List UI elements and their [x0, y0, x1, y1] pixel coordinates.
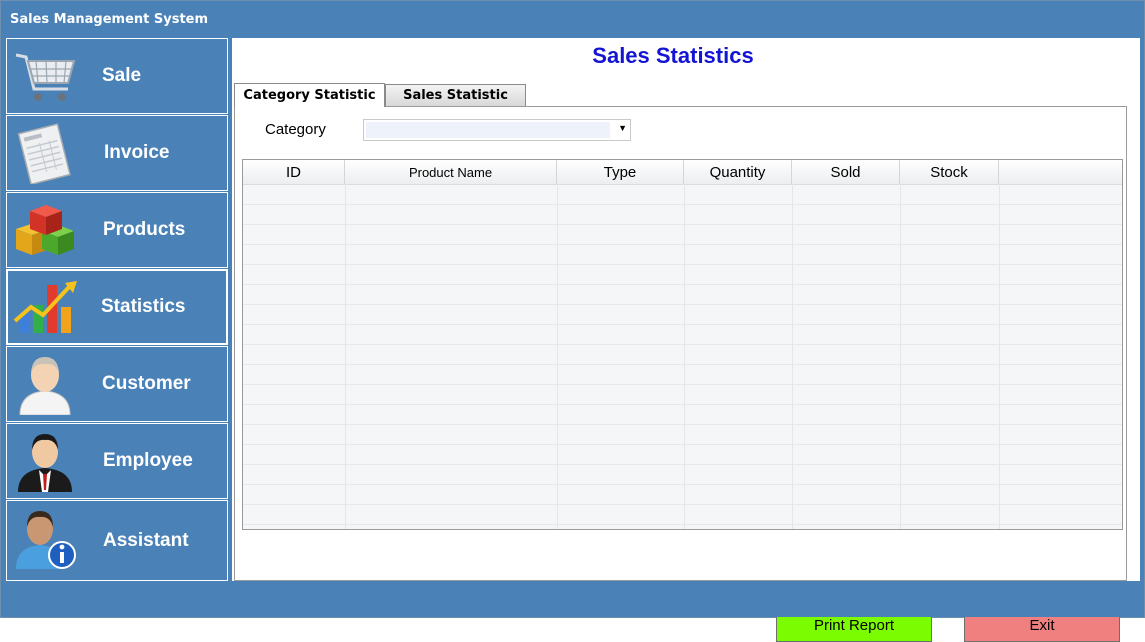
grid-row-line — [243, 464, 1122, 465]
grid-row-line — [243, 344, 1122, 345]
sidebar-item-invoice[interactable]: Invoice — [6, 115, 228, 191]
statistics-table[interactable]: ID Product Name Type Quantity Sold Stock — [242, 159, 1123, 530]
column-header-type[interactable]: Type — [557, 160, 684, 184]
invoice-icon — [17, 123, 71, 184]
window-title: Sales Management System — [10, 12, 209, 27]
main-window: Sales Management System Sale Invoice Pro… — [0, 0, 1145, 642]
category-dropdown-value — [366, 122, 610, 138]
grid-row-line — [243, 204, 1122, 205]
grid-column-line — [557, 184, 558, 529]
tab-sales-statistic[interactable]: Sales Statistic — [385, 84, 526, 106]
grid-row-line — [243, 384, 1122, 385]
grid-column-line — [345, 184, 346, 529]
grid-row-line — [243, 504, 1122, 505]
statistics-chart-icon — [13, 281, 77, 333]
sidebar-item-label: Assistant — [103, 529, 189, 551]
sidebar-item-label: Invoice — [104, 142, 170, 163]
grid-row-line — [243, 324, 1122, 325]
sidebar: Sale Invoice Products Statistics Custome… — [6, 38, 228, 581]
sidebar-item-assistant[interactable]: Assistant — [6, 500, 228, 581]
customer-icon — [19, 357, 71, 415]
column-header-id[interactable]: ID — [243, 160, 345, 184]
grid-column-line — [999, 184, 1000, 529]
products-boxes-icon — [16, 205, 74, 255]
grid-row-line — [243, 244, 1122, 245]
employee-icon — [18, 434, 72, 492]
grid-column-line — [684, 184, 685, 529]
grid-row-line — [243, 224, 1122, 225]
status-bar — [1, 581, 1144, 617]
grid-row-line — [243, 304, 1122, 305]
column-header-product-name[interactable]: Product Name — [345, 160, 557, 184]
sidebar-item-customer[interactable]: Customer — [6, 346, 228, 422]
sidebar-item-products[interactable]: Products — [6, 192, 228, 268]
grid-row-line — [243, 524, 1122, 525]
page-title: Sales Statistics — [592, 43, 754, 68]
grid-row-line — [243, 364, 1122, 365]
column-header-quantity[interactable]: Quantity — [684, 160, 792, 184]
sidebar-item-label: Statistics — [101, 296, 186, 317]
tab-panel: Category ▼ ID Product Name Type Quantity… — [234, 106, 1127, 642]
chevron-down-icon: ▼ — [618, 123, 627, 133]
grid-row-line — [243, 444, 1122, 445]
sidebar-item-label: Employee — [103, 450, 193, 471]
table-header: ID Product Name Type Quantity Sold Stock — [243, 160, 1122, 185]
grid-row-line — [243, 424, 1122, 425]
grid-column-line — [792, 184, 793, 529]
column-header-stock[interactable]: Stock — [900, 160, 999, 184]
grid-column-line — [900, 184, 901, 529]
sidebar-item-sale[interactable]: Sale — [6, 38, 228, 114]
category-label: Category — [265, 121, 326, 138]
sidebar-item-label: Customer — [102, 373, 191, 394]
shopping-cart-icon — [15, 53, 76, 101]
sidebar-item-label: Sale — [102, 65, 142, 86]
grid-row-line — [243, 484, 1122, 485]
category-dropdown[interactable]: ▼ — [363, 119, 631, 141]
grid-row-line — [243, 404, 1122, 405]
grid-row-line — [243, 264, 1122, 265]
sidebar-item-employee[interactable]: Employee — [6, 423, 228, 499]
tab-category-statistic[interactable]: Category Statistic — [234, 83, 385, 107]
column-header-sold[interactable]: Sold — [792, 160, 900, 184]
main-content: Sales Statistics Category Statistic Sale… — [232, 38, 1140, 642]
grid-row-line — [243, 284, 1122, 285]
sidebar-item-statistics[interactable]: Statistics — [6, 269, 228, 345]
assistant-info-icon — [16, 511, 76, 569]
sidebar-item-label: Products — [103, 219, 186, 240]
